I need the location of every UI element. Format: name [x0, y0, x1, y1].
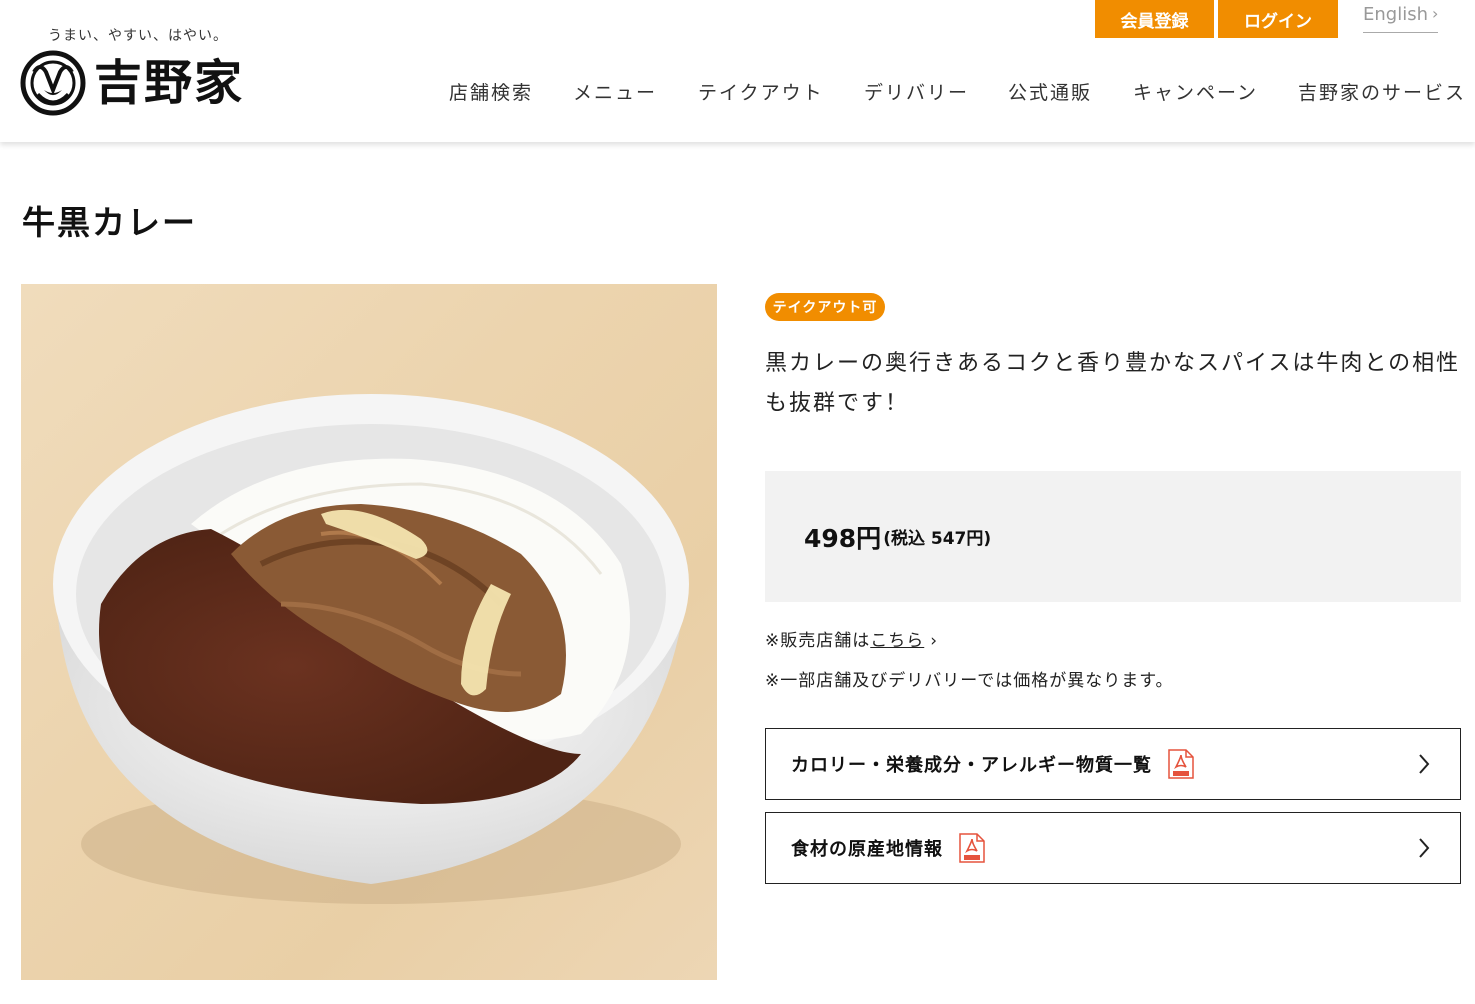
chevron-right-icon	[1419, 754, 1430, 774]
price-tax-included: (税込 547円)	[883, 529, 992, 549]
product-description: 黒カレーの奥行きあるコクと香り豊かなスパイスは牛肉との相性も抜群です！	[765, 351, 1461, 416]
english-label: English	[1363, 4, 1428, 25]
nav-takeout[interactable]: テイクアウト	[698, 78, 824, 108]
curry-bowl-illustration	[53, 394, 689, 904]
logo[interactable]: 吉野家	[20, 50, 244, 116]
logo-text: 吉野家	[94, 55, 245, 111]
nav-online-shop[interactable]: 公式通販	[1008, 78, 1092, 108]
price-note: ※一部店舗及びデリバリーでは価格が異なります。	[765, 671, 1174, 691]
product-image	[21, 284, 717, 980]
page-title: 牛黒カレー	[22, 203, 197, 242]
nav-menu[interactable]: メニュー	[573, 78, 657, 108]
pdf-icon	[959, 833, 985, 863]
pdf-icon	[1168, 749, 1194, 779]
store-note-text: ※販売店舗は	[765, 631, 871, 651]
price: 498円	[804, 523, 882, 553]
ingredient-origin-label: 食材の原産地情報	[791, 839, 943, 860]
takeout-badge: テイクアウト可	[765, 293, 885, 321]
register-button[interactable]: 会員登録	[1095, 0, 1214, 38]
nav-delivery[interactable]: デリバリー	[864, 78, 969, 108]
login-button[interactable]: ログイン	[1218, 0, 1338, 38]
nav-services[interactable]: 吉野家のサービス	[1298, 78, 1466, 108]
price-panel: 498円 (税込 547円)	[765, 471, 1461, 602]
store-note: ※販売店舗はこちら ›	[765, 626, 938, 651]
chevron-right-icon	[1419, 838, 1430, 858]
english-link[interactable]: English ›	[1363, 4, 1438, 33]
chevron-right-icon: ›	[1432, 4, 1439, 23]
nutrition-allergy-link[interactable]: カロリー・栄養成分・アレルギー物質一覧	[765, 728, 1461, 800]
site-header: うまい、やすい、はやい。 吉野家 会員登録 ログイン English › 店舗検…	[0, 0, 1475, 142]
store-link[interactable]: こちら	[870, 631, 924, 651]
nav-store-search[interactable]: 店舗検索	[449, 78, 533, 108]
ingredient-origin-link[interactable]: 食材の原産地情報	[765, 812, 1461, 884]
tagline: うまい、やすい、はやい。	[48, 28, 228, 44]
nutrition-allergy-label: カロリー・栄養成分・アレルギー物質一覧	[791, 755, 1152, 776]
nav-campaign[interactable]: キャンペーン	[1133, 78, 1258, 108]
chevron-right-icon: ›	[930, 631, 939, 651]
logo-mark-icon	[20, 50, 86, 116]
